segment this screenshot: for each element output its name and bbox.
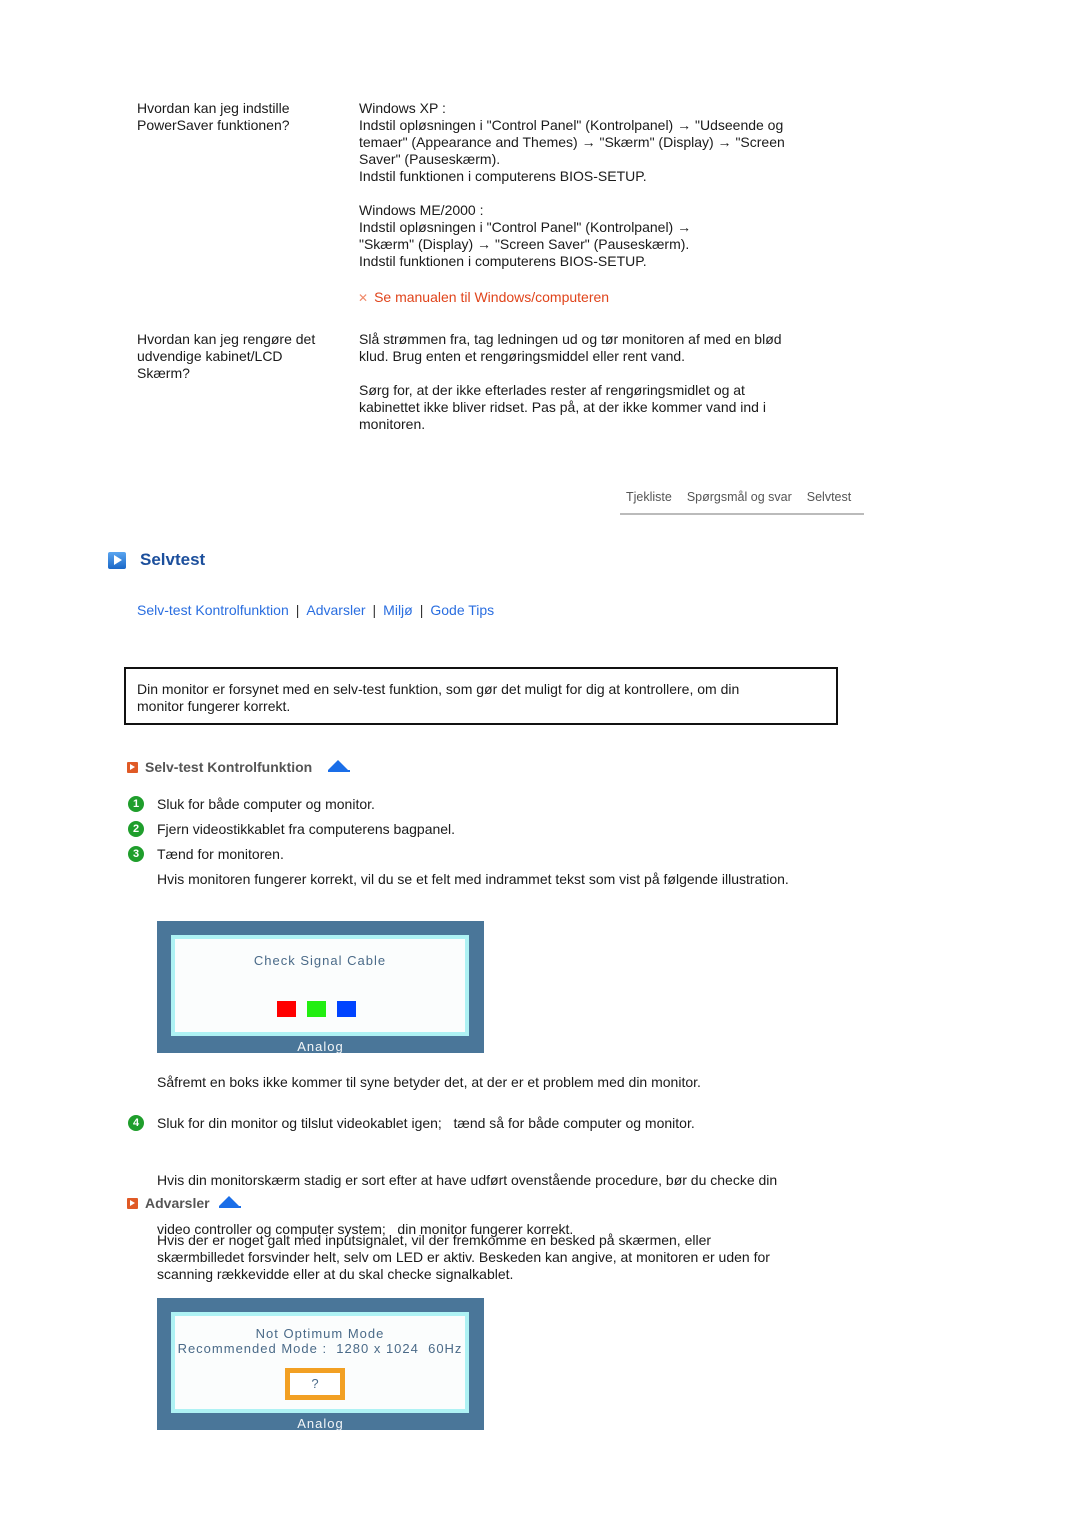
step-3-text: Tænd for monitoren. <box>157 846 284 862</box>
detail-line: Hvis din monitorskærm stadig er sort eft… <box>157 1172 778 1188</box>
faq-question-cleaning: Hvordan kan jeg rengøre det udvendige ka… <box>137 331 347 382</box>
step-4-icon: 4 <box>128 1115 144 1131</box>
question-line: PowerSaver funktionen? <box>137 117 290 133</box>
answer-line: monitoren. <box>359 416 426 432</box>
faq-answer-cleaning: Slå strømmen fra, tag ledningen ud og tø… <box>359 331 829 433</box>
mini-nav-checklist[interactable]: Tjekliste <box>620 490 672 504</box>
red-square <box>277 1001 296 1017</box>
selftest-heading: Selv-test Kontrolfunktion <box>145 759 313 775</box>
green-square <box>307 1001 326 1017</box>
after-osd-text: Såfremt en boks ikke kommer til syne bet… <box>157 1074 701 1090</box>
windows-manual-note: ✕ Se manualen til Windows/computeren <box>358 289 609 305</box>
answer-heading-winme: Windows ME/2000 : <box>359 202 484 218</box>
answer-line: kabinettet ikke bliver ridset. Pas på, a… <box>359 399 766 415</box>
answer-line: Saver" (Pauseskærm). <box>359 151 501 167</box>
osd-not-optimum-illustration: Not Optimum Mode Recommended Mode : 1280… <box>157 1298 484 1431</box>
answer-line: Indstil funktionen i computerens BIOS-SE… <box>359 168 647 184</box>
blue-square <box>337 1001 356 1017</box>
question-line: udvendige kabinet/LCD <box>137 348 283 364</box>
step-3-detail: Hvis monitoren fungerer korrekt, vil du … <box>157 871 789 887</box>
mini-nav-divider <box>620 513 864 515</box>
osd-question-button: ? <box>285 1368 345 1400</box>
question-line: Hvordan kan jeg indstille <box>137 100 290 116</box>
link-separator: | <box>295 602 300 618</box>
back-to-top-icon[interactable] <box>219 1196 241 1208</box>
warnings-line: Hvis der er noget galt med inputsignalet… <box>157 1232 712 1248</box>
osd-check-signal-illustration: Check Signal Cable Analog <box>157 921 484 1054</box>
osd-message: Check Signal Cable <box>253 953 387 968</box>
intro-box: Din monitor er forsynet med en selv-test… <box>124 667 838 725</box>
note-text: Se manualen til Windows/computeren <box>374 289 610 305</box>
step-4-text: Sluk for din monitor og tilslut videokab… <box>157 1115 695 1131</box>
x-mark-icon: ✕ <box>358 291 369 305</box>
step-1-text: Sluk for både computer og monitor. <box>157 796 375 812</box>
answer-line: temaer" (Appearance and Themes) → "Skærm… <box>359 134 785 150</box>
section-title: Selvtest <box>140 550 206 569</box>
faq-answer-powersaver: Windows XP : Indstil opløsningen i "Cont… <box>359 100 829 270</box>
link-warnings[interactable]: Advarsler <box>306 602 365 618</box>
play-square-icon <box>108 552 126 569</box>
answer-heading-winxp: Windows XP : <box>359 100 446 116</box>
answer-line: Indstil funktionen i computerens BIOS-SE… <box>359 253 647 269</box>
answer-line: klud. Brug enten et rengøringsmiddel ell… <box>359 348 686 364</box>
answer-line: Indstil opløsningen i "Control Panel" (K… <box>359 219 692 235</box>
answer-line: Slå strømmen fra, tag ledningen ud og tø… <box>359 331 782 347</box>
intro-line: Din monitor er forsynet med en selv-test… <box>137 681 740 697</box>
osd-line-1: Not Optimum Mode <box>255 1326 385 1341</box>
section-links: Selv-test Kontrolfunktion | Advarsler | Milj… <box>137 602 494 618</box>
osd-line-2: Recommended Mode : 1280 x 1024 60Hz <box>177 1341 463 1356</box>
link-selftest[interactable]: Selv-test Kontrolfunktion <box>137 602 289 618</box>
orange-play-icon <box>127 762 138 773</box>
step-2-icon: 2 <box>128 821 144 837</box>
step-2-text: Fjern videostikkablet fra computerens ba… <box>157 821 456 837</box>
faq-question-powersaver: Hvordan kan jeg indstille PowerSaver fun… <box>137 100 347 134</box>
warnings-line: scanning rækkevidde eller at du skal che… <box>157 1266 514 1282</box>
answer-line: Sørg for, at der ikke efterlades rester … <box>359 382 745 398</box>
warnings-line: skærmbilledet forsvinder helt, selv om L… <box>157 1249 770 1265</box>
warnings-heading: Advarsler <box>145 1195 210 1211</box>
link-separator: | <box>419 602 424 618</box>
mini-nav-selftest[interactable]: Selvtest <box>801 490 851 504</box>
step-1-icon: 1 <box>128 796 144 812</box>
question-line: Hvordan kan jeg rengøre det <box>137 331 316 347</box>
step-3-icon: 3 <box>128 846 144 862</box>
osd-label: Analog <box>297 1039 344 1054</box>
link-separator: | <box>372 602 377 618</box>
osd-label: Analog <box>297 1416 344 1431</box>
question-line: Skærm? <box>137 365 190 381</box>
mini-nav-faq[interactable]: Spørgsmål og svar <box>681 490 792 504</box>
mini-nav: Tjekliste Spørgsmål og svar Selvtest <box>620 490 864 504</box>
intro-line: monitor fungerer korrekt. <box>137 698 291 714</box>
answer-line: Indstil opløsningen i "Control Panel" (K… <box>359 117 784 133</box>
answer-line: "Skærm" (Display) → "Screen Saver" (Paus… <box>359 236 690 252</box>
link-tips[interactable]: Gode Tips <box>430 602 494 618</box>
back-to-top-icon[interactable] <box>328 760 350 772</box>
orange-play-icon <box>127 1198 138 1209</box>
warnings-text: Hvis der er noget galt med inputsignalet… <box>157 1232 770 1283</box>
link-environment[interactable]: Miljø <box>383 602 413 618</box>
